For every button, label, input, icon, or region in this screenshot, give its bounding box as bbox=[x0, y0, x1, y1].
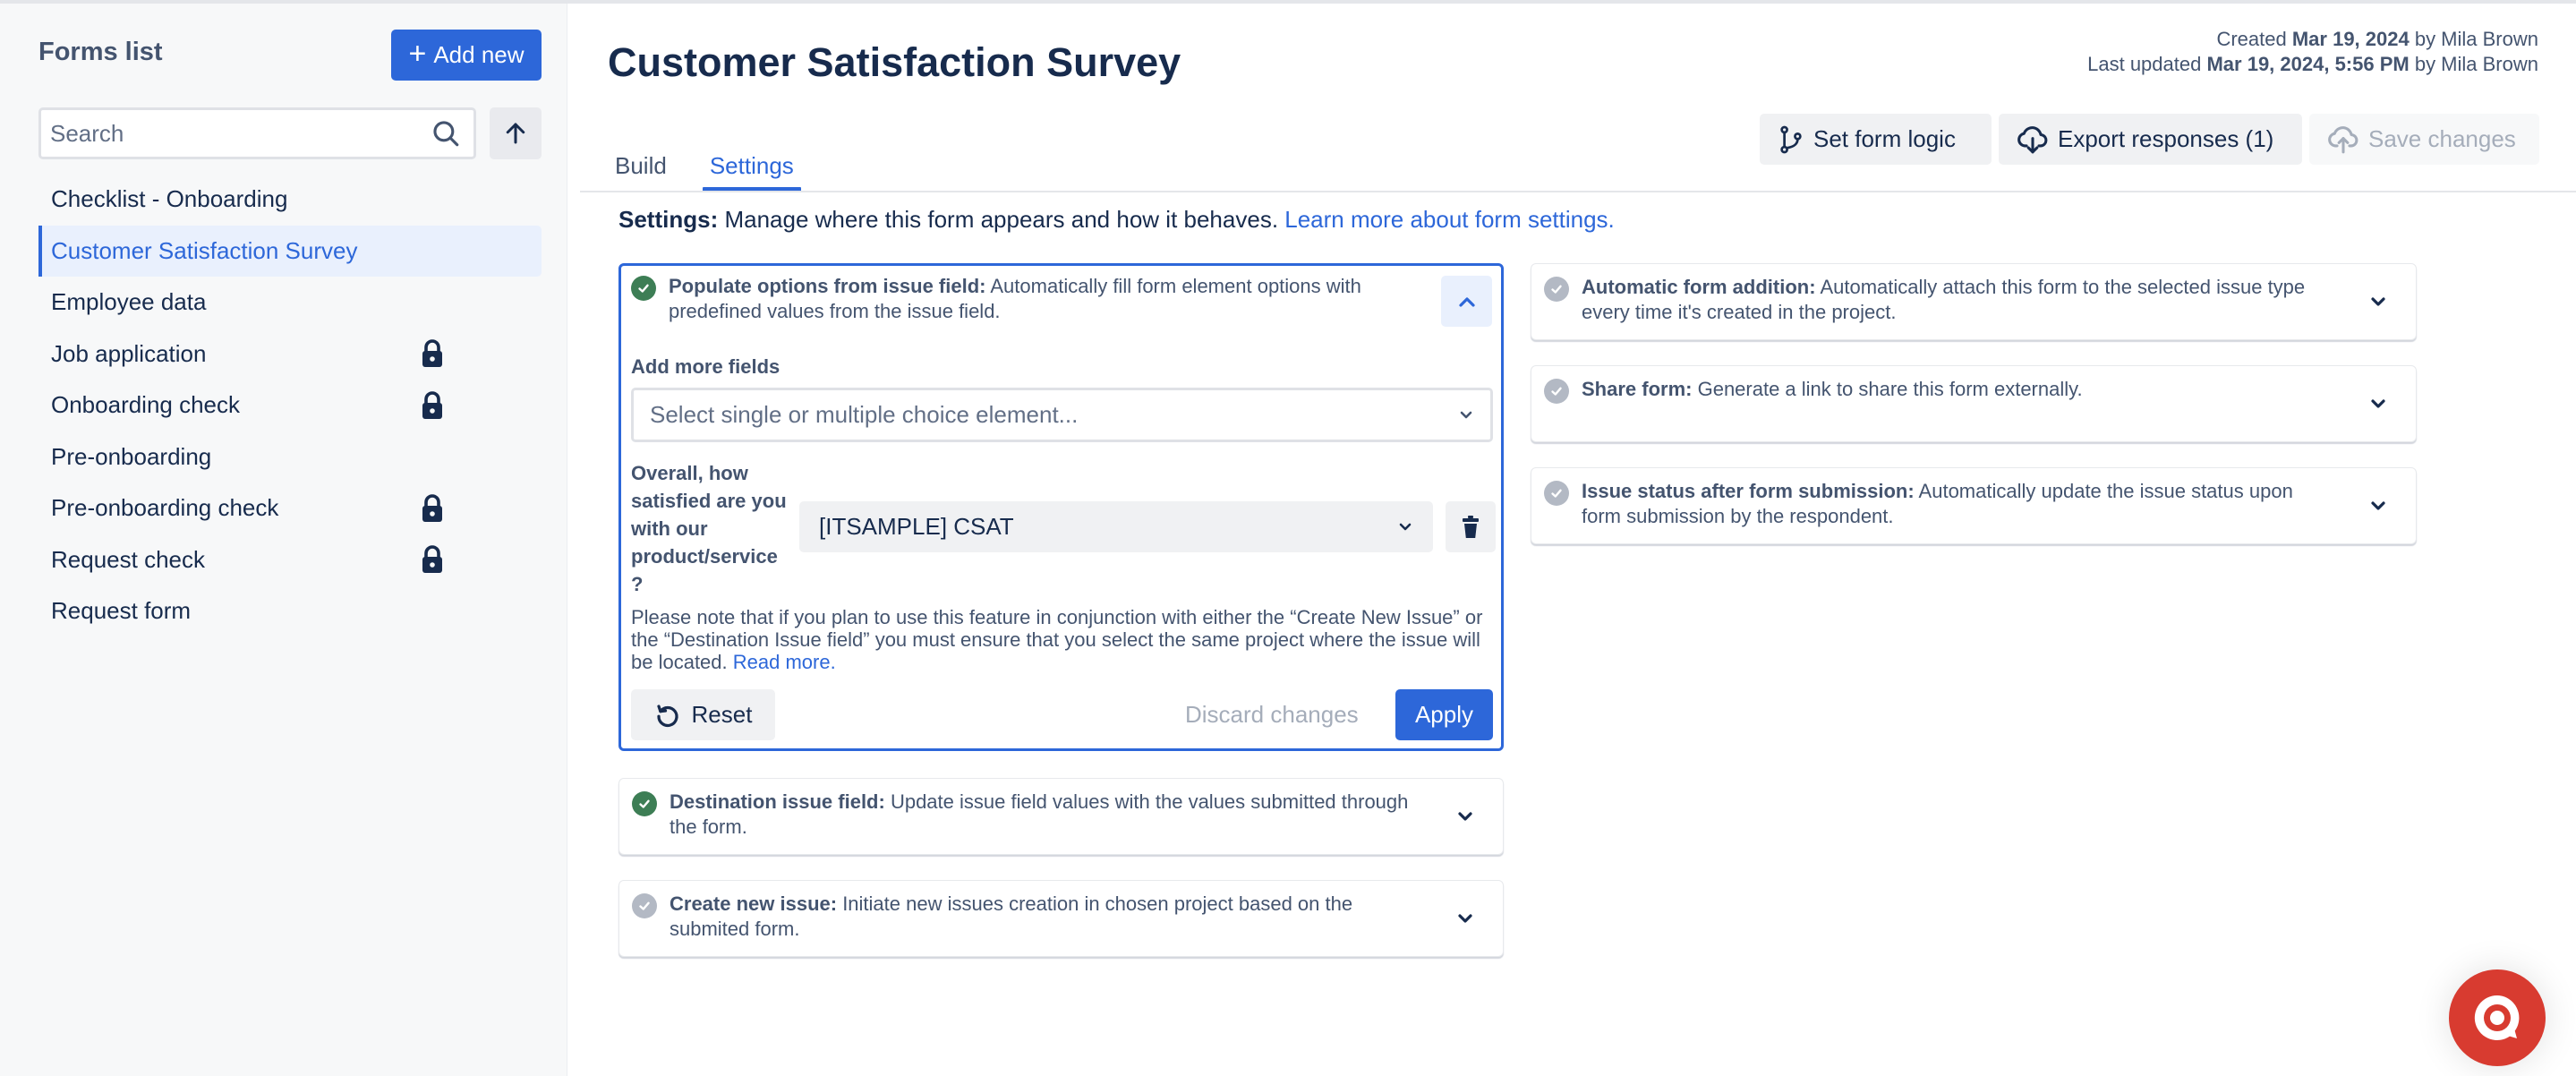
enabled-check-icon bbox=[632, 791, 657, 816]
form-list-item[interactable]: Request form bbox=[38, 585, 542, 637]
setting-card[interactable]: Issue status after form submission: Auto… bbox=[1531, 467, 2417, 544]
form-list-item[interactable]: Request check bbox=[38, 534, 542, 586]
chevron-down-icon bbox=[1460, 411, 1472, 418]
chevron-down-icon bbox=[2371, 501, 2385, 510]
collapse-button[interactable] bbox=[1441, 276, 1492, 327]
chevron-down-icon bbox=[2371, 399, 2385, 408]
settings-intro: Settings: Manage where this form appears… bbox=[618, 206, 1615, 233]
updated-line: Last updated Mar 19, 2024, 5:56 PM by Mi… bbox=[2087, 53, 2538, 75]
chevron-down-icon bbox=[1399, 523, 1412, 530]
expand-button[interactable] bbox=[1454, 908, 1476, 929]
setting-description: Create new issue: Initiate new issues cr… bbox=[670, 892, 1353, 940]
select-placeholder: Select single or multiple choice element… bbox=[650, 401, 1079, 428]
disabled-check-icon bbox=[1544, 379, 1569, 404]
reset-button[interactable]: Reset bbox=[631, 689, 775, 740]
setting-description: Share form: Generate a link to share thi… bbox=[1582, 378, 2083, 400]
chat-icon bbox=[2474, 995, 2520, 1040]
lock-icon bbox=[421, 545, 444, 574]
chevron-down-icon bbox=[2371, 297, 2385, 306]
form-metadata: Created Mar 19, 2024 by Mila Brown Last … bbox=[2087, 27, 2538, 77]
branch-icon bbox=[1780, 125, 1802, 153]
setting-description: Automatic form addition: Automatically a… bbox=[1582, 276, 2306, 323]
add-new-button[interactable]: + Add new bbox=[391, 30, 542, 81]
tabs: Build Settings bbox=[608, 143, 801, 192]
form-list-item[interactable]: Checklist - Onboarding bbox=[38, 174, 542, 226]
search-field[interactable] bbox=[38, 107, 476, 159]
setting-card[interactable]: Create new issue: Initiate new issues cr… bbox=[618, 880, 1504, 957]
search-icon bbox=[433, 121, 459, 147]
apply-button[interactable]: Apply bbox=[1395, 689, 1493, 740]
project-note: Please note that if you plan to use this… bbox=[631, 606, 1483, 673]
delete-mapping-button[interactable] bbox=[1446, 501, 1496, 552]
form-item-label: Onboarding check bbox=[51, 391, 241, 419]
expand-button[interactable] bbox=[2367, 393, 2389, 414]
lock-icon bbox=[421, 493, 444, 523]
form-item-label: Pre-onboarding check bbox=[51, 494, 279, 522]
export-responses-button[interactable]: Export responses (1) bbox=[1999, 114, 2302, 165]
form-item-label: Request form bbox=[51, 597, 192, 625]
disabled-check-icon bbox=[632, 893, 657, 918]
add-more-fields-label: Add more fields bbox=[631, 355, 780, 378]
chevron-down-icon bbox=[1458, 812, 1472, 821]
form-item-label: Checklist - Onboarding bbox=[51, 185, 288, 213]
add-new-label: Add new bbox=[433, 41, 525, 68]
form-list-item[interactable]: Employee data bbox=[38, 277, 542, 329]
form-list-item[interactable]: Job application bbox=[38, 329, 542, 380]
issue-field-select[interactable]: [ITSAMPLE] CSAT bbox=[799, 501, 1433, 552]
setting-description: Destination issue field: Update issue fi… bbox=[670, 790, 1409, 838]
expand-button[interactable] bbox=[1454, 806, 1476, 827]
cloud-upload-icon bbox=[2328, 125, 2358, 153]
created-line: Created Mar 19, 2024 by Mila Brown bbox=[2216, 28, 2538, 50]
form-item-label: Customer Satisfaction Survey bbox=[51, 236, 358, 264]
chevron-down-icon bbox=[1458, 914, 1472, 923]
plus-icon: + bbox=[408, 37, 427, 71]
form-item-label: Job application bbox=[51, 339, 207, 367]
setting-card[interactable]: Share form: Generate a link to share thi… bbox=[1531, 365, 2417, 442]
tab-settings[interactable]: Settings bbox=[702, 143, 801, 192]
chevron-up-icon bbox=[1458, 296, 1475, 307]
enabled-check-icon bbox=[631, 276, 656, 301]
choice-element-select[interactable]: Select single or multiple choice element… bbox=[631, 388, 1493, 442]
form-item-label: Employee data bbox=[51, 288, 207, 316]
form-item-label: Pre-onboarding bbox=[51, 442, 212, 470]
expand-button[interactable] bbox=[2367, 495, 2389, 517]
lock-icon bbox=[421, 339, 444, 368]
disabled-check-icon bbox=[1544, 277, 1569, 302]
lock-icon bbox=[421, 390, 444, 420]
setting-card[interactable]: Automatic form addition: Automatically a… bbox=[1531, 263, 2417, 340]
discard-changes-button[interactable]: Discard changes bbox=[1185, 689, 1359, 740]
issue-field-value: [ITSAMPLE] CSAT bbox=[819, 513, 1014, 540]
trash-icon bbox=[1463, 515, 1479, 538]
learn-more-link[interactable]: Learn more about form settings. bbox=[1284, 206, 1615, 233]
tab-build[interactable]: Build bbox=[608, 143, 674, 192]
read-more-link[interactable]: Read more. bbox=[733, 651, 836, 673]
populate-options-panel: Populate options from issue field: Autom… bbox=[618, 263, 1504, 751]
expand-button[interactable] bbox=[2367, 291, 2389, 312]
search-input[interactable] bbox=[50, 119, 431, 148]
populate-description: Populate options from issue field: Autom… bbox=[669, 275, 1361, 322]
form-list-item[interactable]: Pre-onboarding check bbox=[38, 482, 542, 534]
arrow-up-icon bbox=[506, 123, 525, 144]
chat-support-button[interactable] bbox=[2449, 969, 2546, 1066]
question-label: Overall, how satisfied are you with our … bbox=[631, 462, 787, 595]
setting-description: Issue status after form submission: Auto… bbox=[1582, 480, 2293, 527]
form-list-item[interactable]: Customer Satisfaction Survey bbox=[38, 225, 542, 277]
form-list-item[interactable]: Onboarding check bbox=[38, 380, 542, 431]
forms-sidebar: Forms list + Add new Checklist - Onboard… bbox=[0, 4, 567, 1076]
sort-button[interactable] bbox=[490, 107, 542, 159]
sidebar-title: Forms list bbox=[38, 38, 163, 66]
setting-card[interactable]: Destination issue field: Update issue fi… bbox=[618, 778, 1504, 855]
save-changes-button[interactable]: Save changes bbox=[2309, 114, 2539, 165]
forms-list: Checklist - Onboarding Customer Satisfact… bbox=[38, 174, 542, 637]
disabled-check-icon bbox=[1544, 481, 1569, 506]
form-item-label: Request check bbox=[51, 545, 205, 573]
page-title: Customer Satisfaction Survey bbox=[608, 39, 1181, 85]
cloud-download-icon bbox=[2017, 125, 2048, 153]
set-form-logic-button[interactable]: Set form logic bbox=[1760, 114, 1992, 165]
tabs-divider bbox=[580, 191, 2576, 192]
reset-icon bbox=[656, 704, 678, 727]
form-list-item[interactable]: Pre-onboarding bbox=[38, 431, 542, 483]
